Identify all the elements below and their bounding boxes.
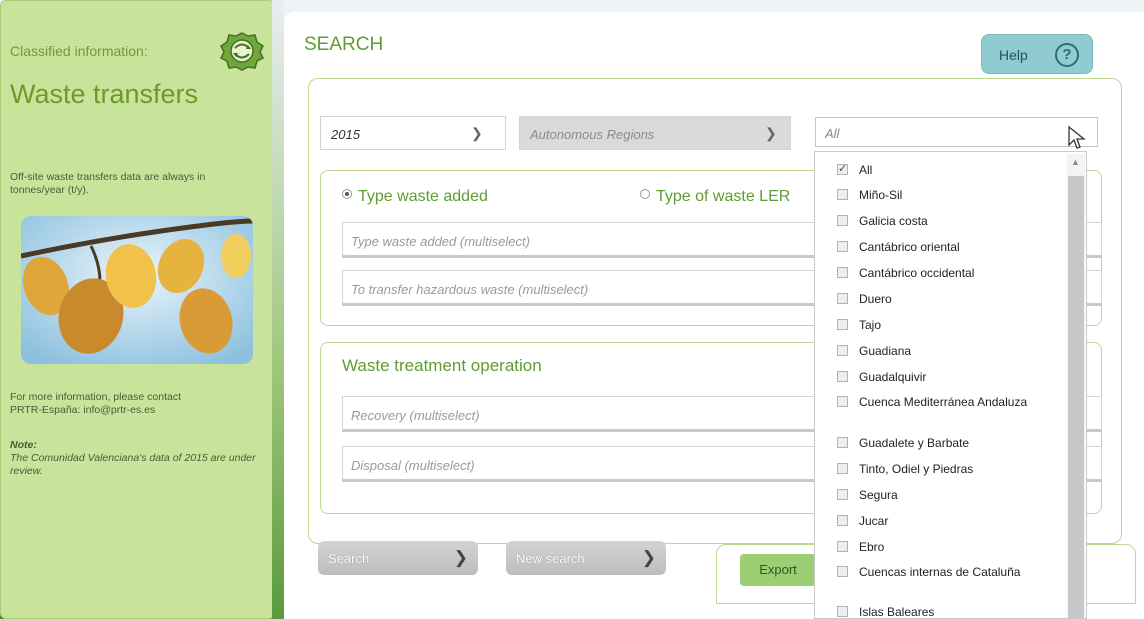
dropdown-item-label: Cuenca Mediterránea Andaluza <box>859 395 1028 409</box>
checkbox-icon[interactable] <box>837 345 848 356</box>
note-text: The Comunidad Valenciana's data of 2015 … <box>10 452 256 477</box>
page-title: SEARCH <box>304 34 384 55</box>
dropdown-item[interactable]: Cantábrico occidental <box>837 266 1074 281</box>
chevron-down-icon: ❯ <box>765 125 777 141</box>
dropdown-item-label: Cantábrico occidental <box>859 266 975 280</box>
basin-dropdown-list[interactable]: All Miño-Sil Galicia costa Cantábrico orien… <box>814 151 1087 619</box>
field-placeholder: Disposal (multiselect) <box>351 458 475 473</box>
checkbox-icon[interactable] <box>837 437 848 448</box>
treatment-title: Waste treatment operation <box>342 356 542 375</box>
dropdown-item-label: Jucar <box>859 514 889 528</box>
field-placeholder: Type waste added (multiselect) <box>351 234 530 249</box>
search-button[interactable]: Search ❯ <box>318 541 478 575</box>
dropdown-item[interactable]: Tinto, Odiel y Piedras <box>837 462 1074 477</box>
dropdown-item-label: Guadalquivir <box>859 370 927 384</box>
radio-unselected-icon <box>640 189 650 199</box>
radio-label: Type waste added <box>358 188 488 205</box>
checkbox-icon[interactable] <box>837 371 848 382</box>
checkbox-icon[interactable] <box>837 162 848 177</box>
dropdown-item[interactable]: Guadalete y Barbate <box>837 436 1074 451</box>
dropdown-item-label: Guadiana <box>859 344 912 358</box>
dropdown-item[interactable]: All <box>837 162 1074 178</box>
dropdown-item-label: Guadalete y Barbate <box>859 436 970 450</box>
dropdown-item[interactable]: Duero <box>837 292 1074 307</box>
checkbox-icon[interactable] <box>837 463 848 474</box>
dropdown-item-label: Cantábrico oriental <box>859 240 960 254</box>
help-label: Help <box>999 47 1028 63</box>
radio-type-waste-added[interactable]: Type waste added <box>342 188 488 206</box>
scroll-up-icon[interactable]: ▲ <box>1071 157 1080 167</box>
chevron-right-icon: ❯ <box>641 548 656 567</box>
checkbox-icon[interactable] <box>837 541 848 552</box>
sidebar-caption: Classified information: <box>10 43 148 59</box>
region-placeholder: Autonomous Regions <box>530 127 655 142</box>
dropdown-item[interactable]: Ebro <box>837 540 1074 555</box>
checkbox-icon[interactable] <box>837 396 848 407</box>
scrollbar-thumb[interactable] <box>1068 176 1084 618</box>
field-placeholder: Recovery (multiselect) <box>351 408 480 423</box>
radio-selected-icon <box>342 189 352 199</box>
dropdown-item[interactable]: Guadalquivir <box>837 370 1074 385</box>
dropdown-item[interactable]: Tajo <box>837 318 1074 333</box>
basin-select[interactable]: All <box>815 117 1098 147</box>
checkbox-icon[interactable] <box>837 189 848 200</box>
units-note: Off-site waste transfers data are always… <box>10 171 206 196</box>
dropdown-item[interactable]: Segura <box>837 488 1074 503</box>
checkbox-icon[interactable] <box>837 489 848 500</box>
dropdown-item[interactable]: Cantábrico oriental <box>837 240 1074 255</box>
dropdown-item[interactable]: Galicia costa <box>837 214 1074 229</box>
dropdown-item[interactable]: Islas Baleares <box>837 605 1074 619</box>
checkbox-icon[interactable] <box>837 215 848 226</box>
dropdown-item-label: Ebro <box>859 540 885 554</box>
dropdown-item-label: Galicia costa <box>859 214 928 228</box>
autumn-leaves-photo <box>21 216 253 364</box>
checkbox-icon[interactable] <box>837 293 848 304</box>
radio-type-waste-ler[interactable]: Type of waste LER <box>640 188 790 206</box>
dropdown-item-label: Segura <box>859 488 898 502</box>
year-select[interactable]: 2015 ❯ <box>320 116 506 150</box>
checkbox-icon[interactable] <box>837 515 848 526</box>
checkbox-icon[interactable] <box>837 267 848 278</box>
dropdown-item[interactable]: Cuenca Mediterránea Andaluza <box>837 395 1074 410</box>
export-button[interactable]: Export <box>740 554 816 586</box>
radio-label: Type of waste LER <box>656 188 791 205</box>
dropdown-scrollbar[interactable]: ▲ <box>1067 154 1085 618</box>
dropdown-item-label: Tajo <box>859 318 882 332</box>
dropdown-item-label: Islas Baleares <box>859 605 935 619</box>
contact-line-2: PRTR-España: info@prtr-es.es <box>10 404 156 416</box>
sidebar-panel: Classified information: Waste transfers … <box>0 0 275 619</box>
search-button-label: Search <box>328 551 370 566</box>
dropdown-item[interactable]: Miño-Sil <box>837 188 1074 203</box>
sidebar-title: Waste transfers <box>10 79 199 109</box>
dropdown-item-label: Tinto, Odiel y Piedras <box>859 462 974 476</box>
field-placeholder: To transfer hazardous waste (multiselect… <box>351 282 589 297</box>
help-button[interactable]: Help ? <box>981 34 1093 74</box>
checkbox-icon[interactable] <box>837 241 848 252</box>
checkbox-icon[interactable] <box>837 319 848 330</box>
background-strip <box>272 0 284 619</box>
dropdown-item[interactable]: Cuencas internas de Cataluña <box>837 565 1074 580</box>
dropdown-item[interactable]: Jucar <box>837 514 1074 529</box>
help-question-icon: ? <box>1055 43 1079 67</box>
note-title: Note: <box>10 439 37 451</box>
recycle-gear-icon[interactable] <box>219 31 265 71</box>
dropdown-item-label: All <box>859 163 873 177</box>
dropdown-item-label: Miño-Sil <box>859 188 903 202</box>
region-select[interactable]: Autonomous Regions ❯ <box>519 116 791 150</box>
chevron-right-icon: ❯ <box>453 548 468 567</box>
year-value: 2015 <box>331 127 360 142</box>
mouse-cursor-icon <box>1068 125 1086 149</box>
new-search-button[interactable]: New search ❯ <box>506 541 666 575</box>
dropdown-item-label: Cuencas internas de Cataluña <box>859 565 1021 579</box>
dropdown-item-label: Duero <box>859 292 892 306</box>
chevron-down-icon: ❯ <box>471 125 483 141</box>
new-search-button-label: New search <box>516 551 585 566</box>
contact-line-1: For more information, please contact <box>10 391 181 403</box>
checkbox-icon[interactable] <box>837 606 848 617</box>
basin-value: All <box>825 126 840 141</box>
checkbox-icon[interactable] <box>837 566 848 577</box>
dropdown-item[interactable]: Guadiana <box>837 344 1074 359</box>
